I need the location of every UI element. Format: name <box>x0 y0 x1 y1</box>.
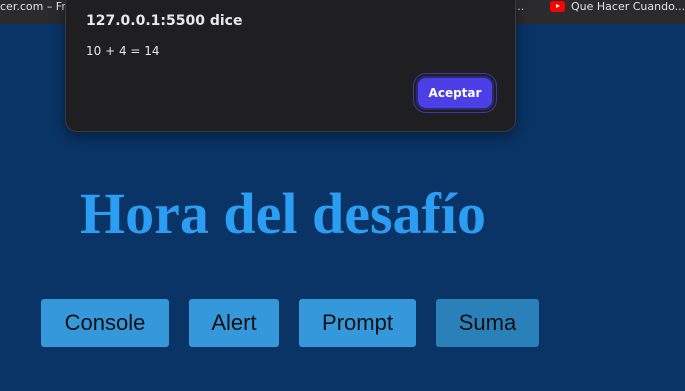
suma-button[interactable]: Suma <box>436 299 539 347</box>
alert-dialog: 127.0.0.1:5500 dice 10 + 4 = 14 Aceptar <box>65 0 516 132</box>
page-title: Hora del desafío <box>80 181 486 246</box>
alert-button[interactable]: Alert <box>189 299 279 347</box>
accept-button[interactable]: Aceptar <box>416 76 494 110</box>
dialog-title: 127.0.0.1:5500 dice <box>86 13 243 29</box>
prompt-button[interactable]: Prompt <box>299 299 416 347</box>
dialog-message: 10 + 4 = 14 <box>86 44 160 58</box>
bookmark-label: Que Hacer Cuando... <box>571 0 685 13</box>
console-button[interactable]: Console <box>41 299 169 347</box>
bookmark-item-youtube[interactable]: Que Hacer Cuando... <box>550 0 685 18</box>
youtube-icon <box>550 1 565 12</box>
